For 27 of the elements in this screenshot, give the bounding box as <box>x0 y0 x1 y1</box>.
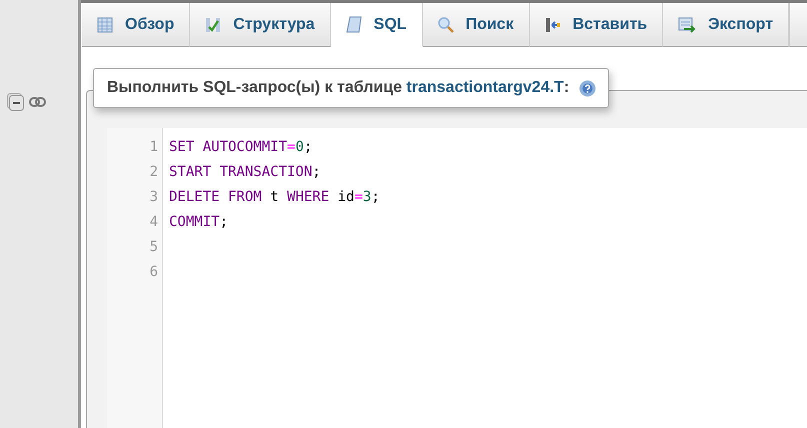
tab[interactable]: Экспорт <box>663 3 790 47</box>
scroll-icon <box>346 16 362 34</box>
table-icon <box>97 16 113 32</box>
tab[interactable]: Поиск <box>422 3 530 47</box>
code-line: START TRANSACTION; <box>169 163 321 182</box>
insert-icon <box>544 16 561 32</box>
tab[interactable]: Структура <box>190 3 331 47</box>
search-icon <box>438 16 454 32</box>
line-number: 1 <box>148 138 159 157</box>
line-number: 5 <box>148 238 159 257</box>
tab[interactable]: SQL <box>330 3 423 47</box>
export-icon <box>678 16 696 32</box>
collapse-icon[interactable] <box>7 93 24 111</box>
line-number: 4 <box>148 213 159 232</box>
query-panel-heading: Выполнить SQL-запрос(ы) к таблице transactiontargv24.T: <box>107 79 570 97</box>
tab[interactable]: Вставить <box>530 3 664 47</box>
code-line: SET AUTOCOMMIT=0; <box>169 138 312 157</box>
link-icon[interactable] <box>29 97 46 107</box>
tab[interactable] <box>789 3 807 47</box>
line-number: 2 <box>148 163 159 182</box>
code-line: DELETE FROM t WHERE id=3; <box>169 188 380 207</box>
line-number: 3 <box>148 188 159 207</box>
tab[interactable]: Обзор <box>82 3 190 47</box>
line-number: 6 <box>148 263 159 282</box>
structure-icon <box>205 16 222 32</box>
code-line: COMMIT; <box>169 213 228 232</box>
help-icon[interactable] <box>579 80 596 96</box>
